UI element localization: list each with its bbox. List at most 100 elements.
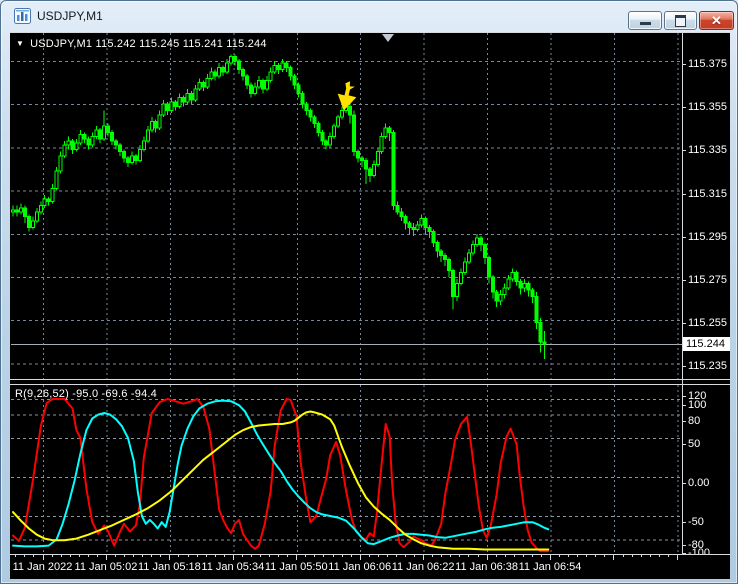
time-axis-major-tick xyxy=(613,555,615,560)
close-button[interactable]: ✕ xyxy=(699,11,734,30)
time-axis-major-tick xyxy=(486,555,488,560)
oscillator-axis-label: 0.00 xyxy=(688,477,710,489)
time-axis-minor-tick xyxy=(214,555,216,557)
time-axis-minor-tick xyxy=(414,555,416,557)
price-axis-label: 115.235 xyxy=(688,360,727,373)
price-axis-tick xyxy=(682,107,686,109)
time-axis-minor-tick xyxy=(377,555,379,557)
time-axis-label: 11 Jan 05:34 xyxy=(201,561,265,573)
time-axis-major-tick xyxy=(232,555,234,560)
price-axis-tick xyxy=(682,236,686,238)
price-axis-tick xyxy=(682,323,686,325)
time-axis-minor-tick xyxy=(133,555,135,557)
time-axis-minor-tick xyxy=(395,555,397,557)
time-axis[interactable]: 11 Jan 2022 11 Jan 05:02 11 Jan 05:18 11 Ja… xyxy=(10,554,730,579)
window-title: USDJPY,M1 xyxy=(37,9,103,23)
time-axis-minor-tick xyxy=(205,555,207,557)
time-axis-minor-tick xyxy=(432,555,434,557)
time-axis-minor-tick xyxy=(187,555,189,557)
price-axis-tick xyxy=(682,366,686,368)
oscillator-panel[interactable] xyxy=(11,385,682,553)
time-axis-minor-tick xyxy=(78,555,80,557)
time-axis-minor-tick xyxy=(350,555,352,557)
time-axis-label: 11 Jan 06:54 xyxy=(518,561,582,573)
time-axis-minor-tick xyxy=(640,555,642,557)
minimize-icon xyxy=(639,22,651,25)
time-axis-minor-tick xyxy=(260,555,261,557)
time-axis-minor-tick xyxy=(622,555,624,557)
time-axis-minor-tick xyxy=(504,555,506,557)
time-axis-minor-tick xyxy=(577,555,579,557)
symbol-dropdown-icon[interactable]: ▼ xyxy=(16,39,24,48)
time-axis-minor-tick xyxy=(477,555,479,557)
time-axis-minor-tick xyxy=(142,555,144,557)
time-axis-label: 11 Jan 2022 xyxy=(12,561,73,573)
time-axis-minor-tick xyxy=(124,555,126,557)
price-axis-tick xyxy=(682,193,686,195)
current-price-tag: 115.244 xyxy=(683,337,730,351)
time-axis-minor-tick xyxy=(24,555,26,557)
oscillator-axis-tick xyxy=(682,483,686,484)
time-axis-minor-tick xyxy=(586,555,588,557)
price-axis-tick xyxy=(682,64,686,65)
price-axis-label: 115.375 xyxy=(688,58,727,70)
time-axis-major-tick xyxy=(42,555,44,560)
oscillator-axis-label: 100 xyxy=(688,399,707,411)
price-axis-label: 115.355 xyxy=(688,101,727,114)
time-axis-major-tick xyxy=(359,555,361,560)
price-axis-label: 115.335 xyxy=(688,144,727,157)
time-axis-minor-tick xyxy=(287,555,289,557)
oscillator-axis-label: 80 xyxy=(688,414,701,427)
time-axis-minor-tick xyxy=(667,555,669,557)
close-icon: ✕ xyxy=(711,13,722,28)
time-axis-minor-tick xyxy=(33,555,35,557)
title-bar[interactable]: USDJPY,M1 ✕ xyxy=(1,1,737,32)
time-axis-minor-tick xyxy=(658,555,660,557)
panel-separator-top[interactable] xyxy=(10,379,730,380)
chart-ohlc-text: USDJPY,M1 115.242 115.245 115.241 115.24… xyxy=(30,38,267,50)
time-axis-minor-tick xyxy=(178,555,180,557)
time-axis-minor-tick xyxy=(69,555,71,557)
time-axis-minor-tick xyxy=(604,555,606,557)
time-axis-minor-tick xyxy=(368,555,370,557)
time-axis-minor-tick xyxy=(151,555,153,557)
oscillator-axis-label: 50 xyxy=(688,438,701,450)
time-axis-minor-tick xyxy=(405,555,407,557)
chart-window: USDJPY,M1 ✕ ▼ USDJPY,M1 115.242 115.245 1… xyxy=(0,0,738,584)
time-axis-major-tick xyxy=(423,555,425,560)
cursor-marker-icon xyxy=(382,34,394,42)
time-axis-minor-tick xyxy=(568,555,570,557)
time-axis-minor-tick xyxy=(595,555,597,557)
time-axis-major-tick xyxy=(169,555,171,560)
price-axis-label: 115.275 xyxy=(688,274,727,286)
time-axis-minor-tick xyxy=(160,555,162,557)
oscillator-label: R(9,26,52) -95.0 -69.6 -94.4 xyxy=(15,388,157,400)
time-axis-label: 11 Jan 06:22 xyxy=(391,561,455,573)
time-axis-minor-tick xyxy=(468,555,470,557)
time-axis-minor-tick xyxy=(341,555,343,557)
oscillator-axis-tick xyxy=(682,396,686,397)
time-axis-minor-tick xyxy=(649,555,651,557)
time-axis-minor-tick xyxy=(631,555,633,557)
oscillator-axis-tick xyxy=(682,444,686,445)
time-axis-minor-tick xyxy=(386,555,388,557)
oscillator-axis-tick xyxy=(682,420,686,422)
time-axis-minor-tick xyxy=(241,555,243,557)
time-axis-minor-tick xyxy=(450,555,452,557)
time-axis-label: 11 Jan 05:18 xyxy=(137,561,201,573)
restore-button[interactable] xyxy=(664,11,697,30)
time-axis-major-tick xyxy=(105,555,107,560)
time-axis-major-tick xyxy=(676,555,678,560)
time-axis-minor-tick xyxy=(278,555,280,557)
time-axis-minor-tick xyxy=(332,555,334,557)
time-axis-minor-tick xyxy=(223,555,225,557)
time-axis-minor-tick xyxy=(522,555,524,557)
time-axis-minor-tick xyxy=(269,555,271,557)
minimize-button[interactable] xyxy=(628,11,662,30)
price-axis-tick xyxy=(682,150,686,152)
time-axis-label: 11 Jan 06:38 xyxy=(455,561,518,573)
chart-icon xyxy=(14,8,31,24)
candlestick-chart[interactable] xyxy=(11,33,682,379)
oscillator-axis-tick xyxy=(682,405,686,406)
time-axis-minor-tick xyxy=(513,555,515,557)
